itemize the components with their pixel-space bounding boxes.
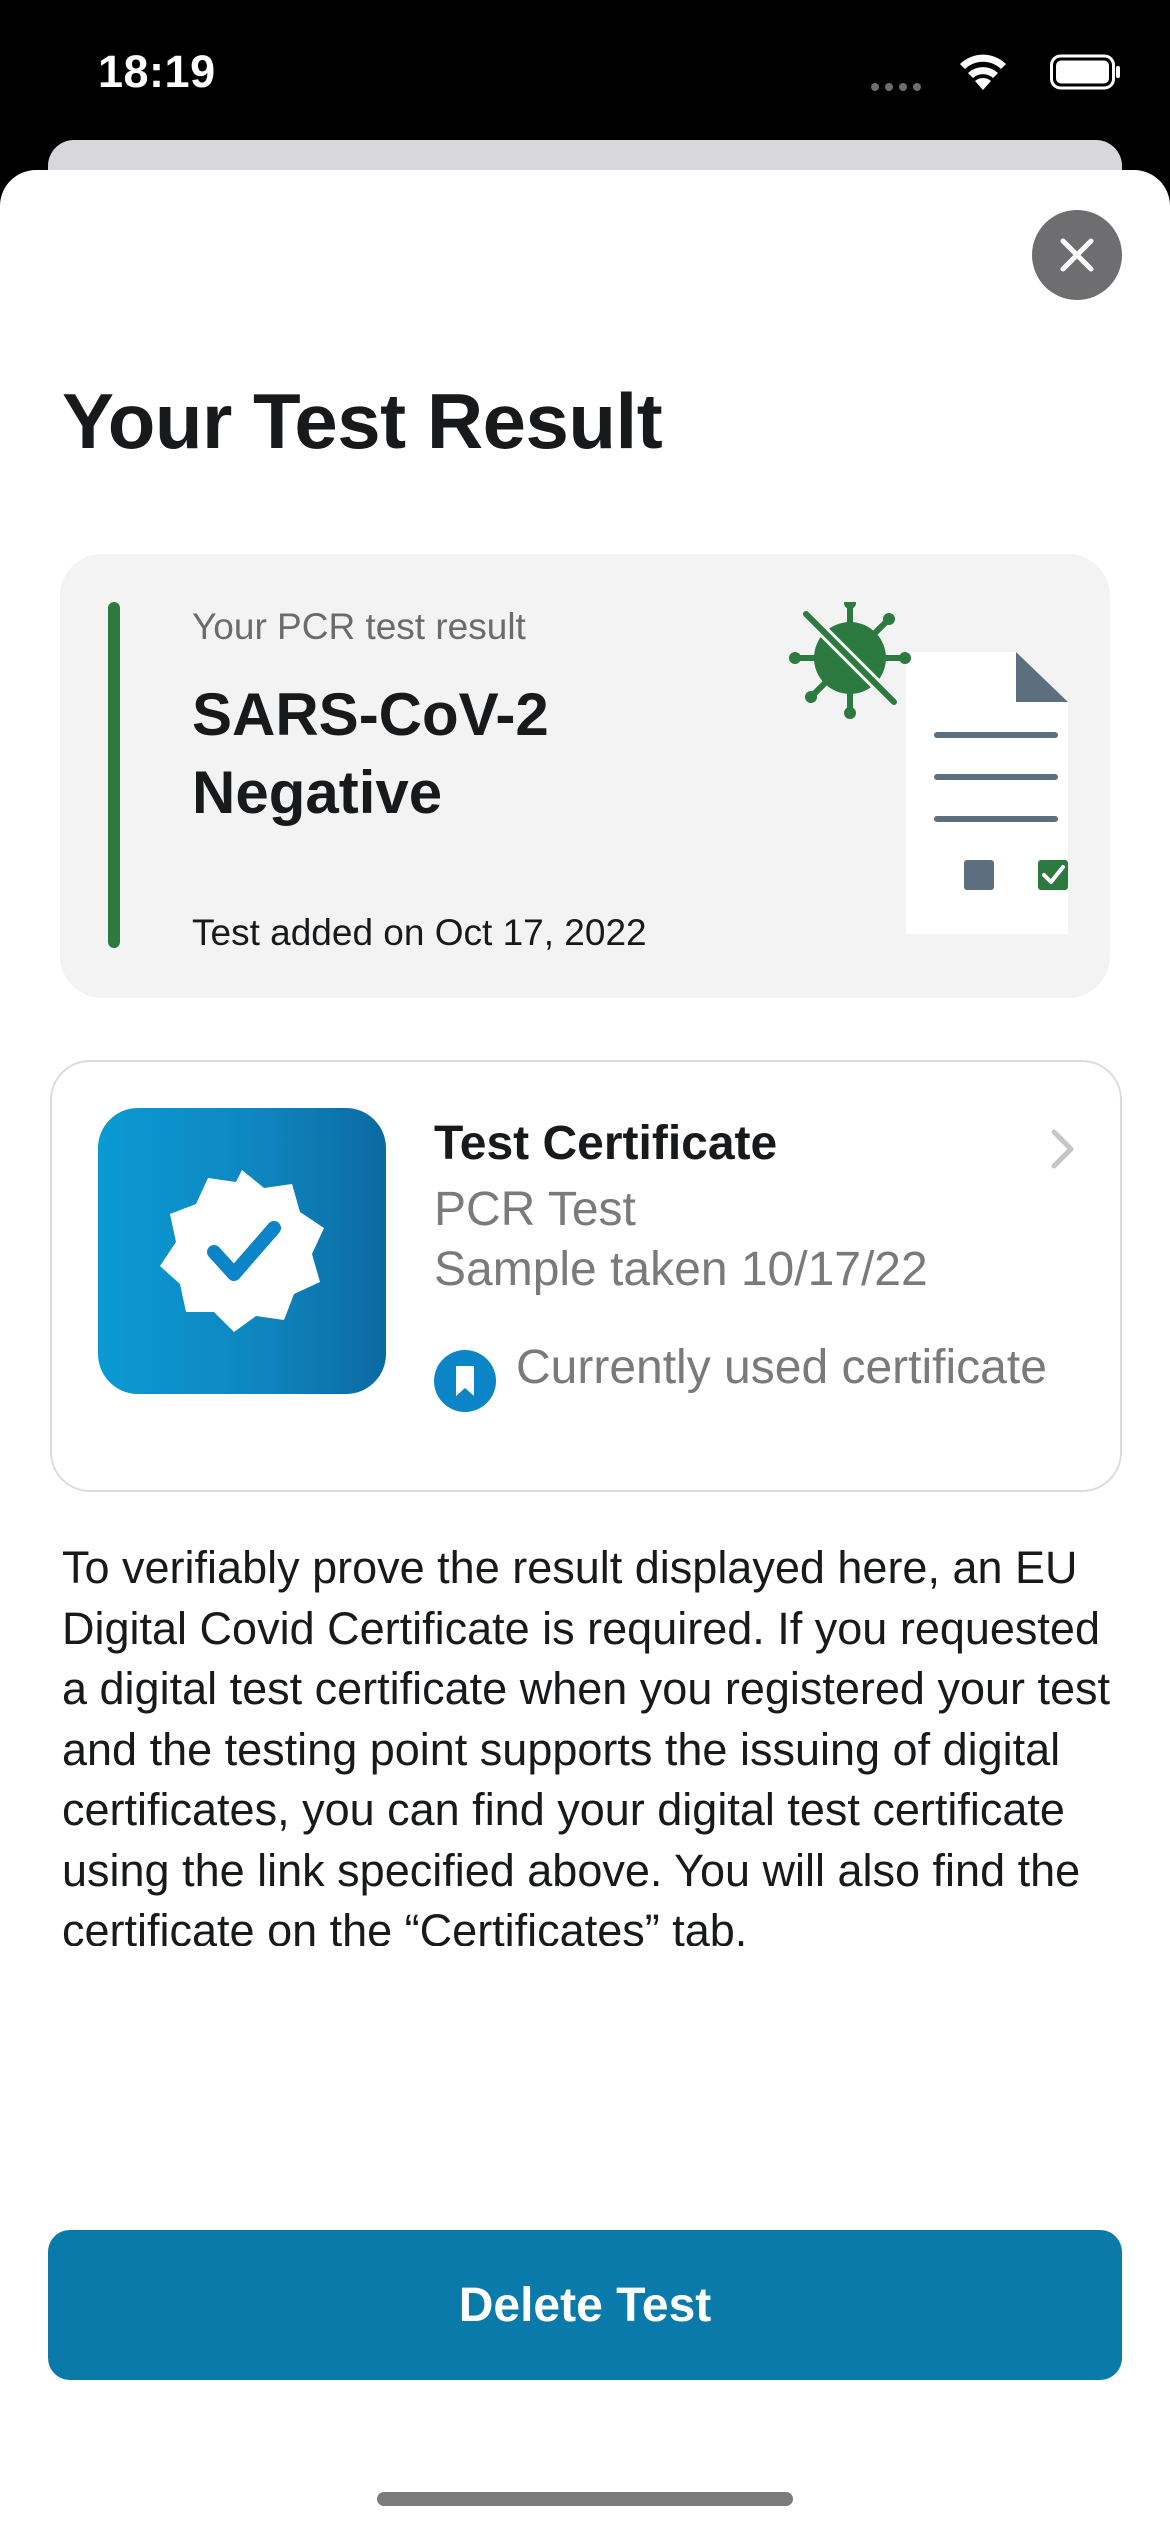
result-value: SARS-CoV-2 Negative — [192, 681, 549, 826]
result-status-bar — [108, 602, 120, 948]
certificate-sample-date: Sample taken 10/17/22 — [434, 1243, 928, 1296]
currently-used-badge — [434, 1350, 496, 1412]
close-button[interactable] — [1032, 210, 1122, 300]
currently-used-label: Currently used certificate — [516, 1341, 1047, 1394]
wifi-icon — [960, 54, 1006, 90]
certificate-type: PCR Test — [434, 1183, 636, 1236]
signal-dots-icon — [871, 83, 921, 91]
certificate-info-text: To verifiably prove the result displayed… — [62, 1542, 1111, 1946]
battery-icon — [1050, 54, 1120, 90]
bookmark-icon — [456, 1366, 474, 1396]
close-icon — [1060, 238, 1094, 272]
verified-badge-icon — [160, 1170, 324, 1332]
certificate-tile — [98, 1108, 386, 1394]
delete-test-button[interactable]: Delete Test — [48, 2230, 1122, 2380]
status-bar: 18:19 — [0, 0, 1170, 150]
chevron-right-icon — [1051, 1129, 1074, 1169]
test-result-card: Your PCR test result SARS-CoV-2 Negative… — [60, 554, 1110, 998]
certificate-title: Test Certificate — [434, 1117, 778, 1170]
result-label: Your PCR test result — [192, 606, 526, 647]
status-icons — [822, 50, 1122, 100]
virus-document-icon — [789, 602, 1068, 934]
test-result-sheet: Your Test Result Your PCR test result SA… — [0, 170, 1170, 2532]
page-title: Your Test Result — [62, 377, 663, 465]
result-date: Test added on Oct 17, 2022 — [192, 912, 647, 953]
certificate-card[interactable]: Test Certificate PCR Test Sample taken 1… — [50, 1060, 1122, 1492]
status-time: 18:19 — [98, 46, 216, 97]
home-indicator — [377, 2492, 793, 2506]
